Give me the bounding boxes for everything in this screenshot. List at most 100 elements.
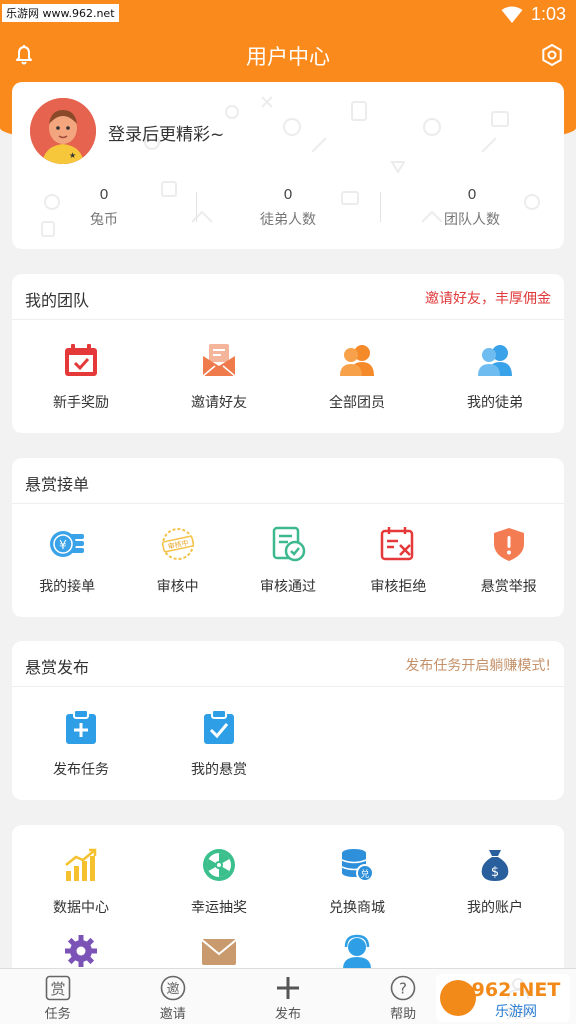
svg-text:¥: ¥ [59,538,67,552]
invite-friends-button[interactable]: 邀请好友 [150,340,288,412]
new-user-reward-button[interactable]: 新手奖励 [12,340,150,412]
item-label: 我的账户 [467,900,523,916]
help-tab-icon: ? [390,975,416,1001]
review-rejected-icon [381,527,414,561]
stat-value: 0 [99,186,109,203]
section-title: 悬赏接单 [25,475,90,494]
report-shield-icon [493,528,524,561]
section-header: 我的团队 邀请好友，丰厚佣金 [12,274,564,320]
profile-card: ★ 登录后更精彩~ 0 兔币 0 徒弟人数 0 团队人数 [12,82,564,249]
page-title: 用户中心 [246,45,330,69]
stat-label: 徒弟人数 [260,212,316,228]
wifi-icon [501,6,523,23]
reviewing-stamp-icon: 审核中 [161,528,194,560]
status-time: 1:03 [530,4,566,24]
tab-invite[interactable]: 邀 邀请 [115,969,230,1024]
stat-team[interactable]: 0 团队人数 [380,186,564,232]
invite-tab-icon: 邀 [160,975,186,1001]
item-label: 我的悬赏 [191,762,247,778]
item-label: 审核通过 [259,579,316,595]
stat-coins[interactable]: 0 兔币 [12,186,196,232]
my-orders-button[interactable]: ¥ 我的接单 [12,524,122,596]
bounty-orders-section: 悬赏接单 ¥ 我的接单 审核中 审核中 审核通过 审核拒绝 悬赏举报 [12,458,564,617]
watermark-logo: 962.NET 乐游网 [436,974,570,1022]
exchange-mall-button[interactable]: 兑 兑换商城 [288,845,426,917]
money-bag-icon: $ [481,850,509,881]
svg-text:赏: 赏 [50,980,65,998]
publish-promo-link[interactable]: 发布任务开启躺赚模式! [405,655,551,675]
my-apprentices-icon [478,345,512,376]
svg-text:$: $ [491,865,499,880]
item-label: 我的接单 [39,579,96,595]
review-rejected-button[interactable]: 审核拒绝 [343,524,453,596]
data-center-button[interactable]: 数据中心 [12,845,150,917]
item-label: 审核拒绝 [370,579,427,595]
section-title: 悬赏发布 [25,658,90,677]
data-chart-icon [65,848,97,881]
lucky-draw-button[interactable]: 幸运抽奖 [150,845,288,917]
review-approved-icon [272,526,306,562]
stat-value: 0 [283,186,293,203]
lucky-wheel-icon [203,849,235,881]
review-approved-button[interactable]: 审核通过 [233,524,343,596]
section-title: 我的团队 [25,291,90,310]
item-label: 邀请好友 [191,395,247,411]
invite-promo-link[interactable]: 邀请好友，丰厚佣金 [425,288,551,308]
stat-label: 团队人数 [444,212,500,228]
svg-text:邀: 邀 [166,982,179,997]
all-members-button[interactable]: 全部团员 [288,340,426,412]
top-bar: 用户中心 [0,33,576,77]
gear-icon [65,935,97,967]
my-apprentices-button[interactable]: 我的徒弟 [426,340,564,412]
reviewing-button[interactable]: 审核中 审核中 [122,524,232,596]
svg-text:乐游网: 乐游网 [495,1004,537,1020]
mail-icon [201,939,237,965]
my-reward-icon [204,709,234,744]
item-label: 兑换商城 [329,900,385,916]
stat-label: 兔币 [90,212,118,228]
item-label: 幸运抽奖 [191,900,247,916]
item-label: 我的徒弟 [467,395,523,411]
tab-label: 任务 [44,1007,71,1022]
settings-tool-button[interactable] [12,931,150,971]
coin-stack-icon: ¥ [50,531,85,557]
my-rewards-button[interactable]: 我的悬赏 [150,707,288,779]
task-tab-icon: 赏 [45,975,70,1001]
profile-stats: 0 兔币 0 徒弟人数 0 团队人数 [12,186,564,232]
settings-icon[interactable] [540,43,564,67]
svg-text:962.NET: 962.NET [472,979,561,1001]
watermark-text: 乐游网 www.962.net [2,4,119,22]
tab-publish[interactable]: 发布 [230,969,345,1024]
exchange-mall-icon: 兑 [341,849,374,882]
item-label: 新手奖励 [53,395,109,411]
my-account-button[interactable]: $ 我的账户 [426,845,564,917]
bounty-publish-section: 悬赏发布 发布任务开启躺赚模式! 发布任务 我的悬赏 [12,641,564,800]
section-header: 悬赏发布 发布任务开启躺赚模式! [12,641,564,687]
item-label: 发布任务 [53,762,109,778]
avatar[interactable]: ★ [30,98,96,164]
login-prompt[interactable]: 登录后更精彩~ [108,120,224,145]
customer-service-button[interactable] [288,931,426,971]
item-label: 悬赏举报 [480,579,537,595]
item-label: 数据中心 [53,900,109,916]
invite-envelope-icon [202,344,236,377]
publish-task-icon [66,709,96,744]
item-label: 审核中 [156,579,199,595]
publish-tab-icon [276,977,299,999]
svg-text:?: ? [399,980,407,998]
report-bounty-button[interactable]: 悬赏举报 [454,524,564,596]
svg-text:★: ★ [69,151,76,160]
tab-tasks[interactable]: 赏 任务 [0,969,115,1024]
svg-text:兑: 兑 [360,868,369,880]
item-label: 全部团员 [329,395,385,411]
section-header: 悬赏接单 [12,458,564,504]
publish-task-button[interactable]: 发布任务 [12,707,150,779]
status-bar: 乐游网 www.962.net 1:03 [0,0,576,30]
calendar-reward-icon [65,344,97,376]
team-section: 我的团队 邀请好友，丰厚佣金 新手奖励 邀请好友 全部团员 我的徒弟 [12,274,564,433]
stat-value: 0 [467,186,477,203]
stat-apprentices[interactable]: 0 徒弟人数 [196,186,380,232]
customer-service-icon [343,934,371,969]
tab-label: 发布 [274,1007,301,1022]
messages-button[interactable] [150,931,288,971]
